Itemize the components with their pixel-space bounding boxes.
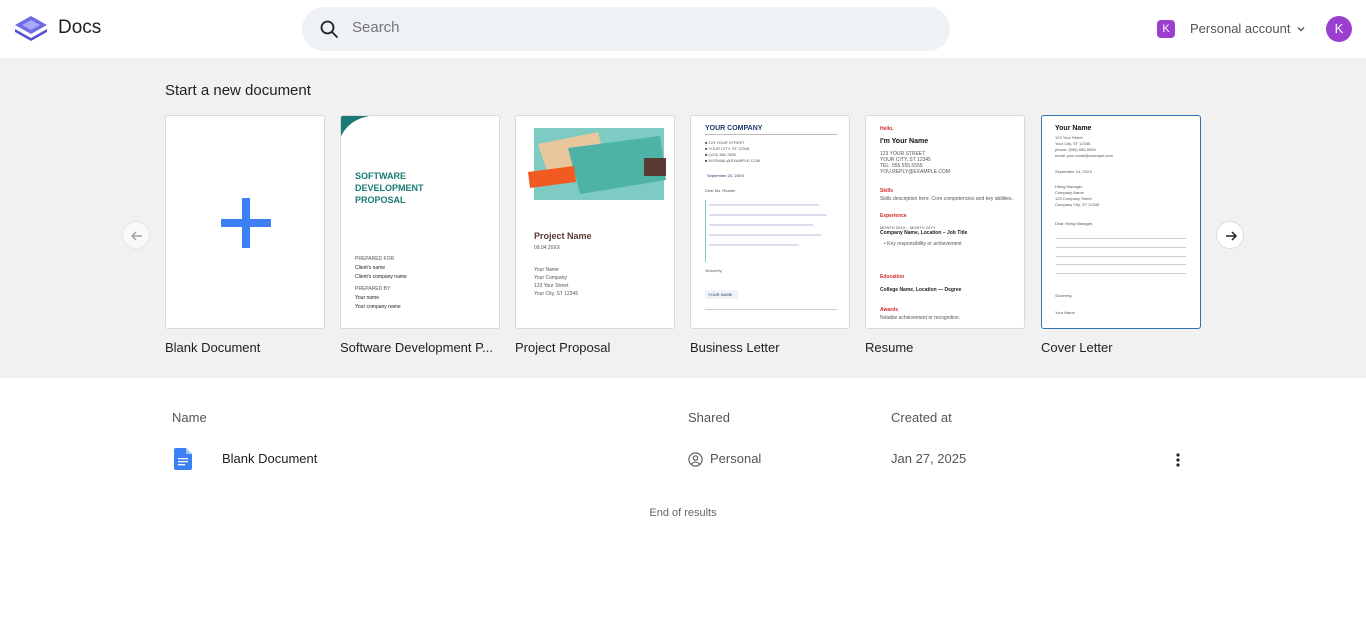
template-label[interactable]: Business Letter [690, 340, 855, 355]
template-label[interactable]: Resume [865, 340, 1030, 355]
document-icon [174, 448, 192, 470]
template-label[interactable]: Cover Letter [1041, 340, 1206, 355]
text-line [709, 224, 813, 226]
text-line [1056, 256, 1186, 257]
corner-decoration [341, 116, 369, 136]
resume-contact: 123 YOUR STREET YOUR CITY, ST 12345 TEL:… [880, 151, 950, 175]
resume-education-heading: Education [880, 274, 905, 280]
prepared-block: PREPARED FOR Client's name Client's comp… [355, 256, 407, 310]
plus-icon [221, 198, 271, 248]
template-label[interactable]: Software Development P... [340, 340, 505, 355]
resume-hello: Hello, [880, 126, 894, 132]
account-switcher-label[interactable]: Personal account [1190, 21, 1290, 36]
carousel-next-button[interactable] [1216, 221, 1244, 249]
letter-company: YOUR COMPANY [705, 125, 763, 132]
end-of-results: End of results [649, 507, 717, 519]
resume-skills: Skills description here. Core competenci… [880, 196, 1013, 202]
text-line [1056, 264, 1186, 265]
cover-sign-name: Your Name [1055, 310, 1075, 315]
cover-recipient: Hiring Manager Company Name 123 Company … [1055, 184, 1100, 207]
templates-heading: Start a new document [165, 82, 311, 99]
cover-graphic [528, 128, 666, 200]
letter-date: September 24, 20XX [707, 173, 745, 178]
text-line [709, 214, 827, 216]
cover-contact: 123 Your Street Your City, ST 12345 phon… [1055, 135, 1113, 158]
template-card-project-proposal[interactable]: Project Name 09.04.20XX Your Name Your C… [515, 115, 675, 329]
search-bar[interactable] [302, 7, 950, 51]
chevron-down-icon[interactable] [1295, 23, 1307, 35]
avatar[interactable]: K [1326, 16, 1352, 42]
text-line [709, 204, 819, 206]
template-label[interactable]: Blank Document [165, 340, 330, 355]
project-date: 09.04.20XX [534, 245, 561, 251]
account-badge[interactable]: K [1157, 20, 1175, 38]
cover-name: Your Name [1055, 125, 1092, 132]
arrow-left-icon [131, 231, 142, 241]
created-date: Jan 27, 2025 [891, 451, 967, 466]
cover-sign: Sincerely, [1055, 293, 1073, 298]
template-label[interactable]: Project Proposal [515, 340, 680, 355]
template-card-cover-letter[interactable]: Your Name 123 Your Street Your City, ST … [1041, 115, 1201, 329]
resume-skills-heading: Skills [880, 188, 894, 194]
resume-exp-bullet: • Key responsibility or achievement [884, 241, 962, 247]
app-header: Docs K Personal account K [0, 0, 1366, 58]
resume-experience-heading: Experience [880, 213, 907, 219]
cover-greeting: Dear Hiring Manager, [1055, 221, 1094, 226]
column-header-shared[interactable]: Shared [688, 410, 730, 425]
user-circle-icon [688, 452, 703, 467]
letter-sign: Sincerely, [705, 268, 723, 273]
letter-accent-line [705, 200, 706, 262]
resume-exp-role: Company Name, Location – Job Title [880, 230, 968, 236]
templates-section: Start a new document Blank Document SOFT… [0, 58, 1366, 378]
letter-greeting: Dear Ms. Reader [705, 188, 736, 193]
table-row[interactable]: Blank Document Personal Jan 27, 2025 [160, 440, 1200, 478]
resume-awards: Notable achievement or recognition. [880, 315, 961, 321]
text-line [1056, 247, 1186, 248]
resume-name: I'm Your Name [880, 138, 929, 145]
template-card-software-proposal[interactable]: SOFTWARE DEVELOPMENT PROPOSAL PREPARED F… [340, 115, 500, 329]
divider [705, 309, 837, 310]
carousel-prev-button[interactable] [122, 221, 150, 249]
text-line [1056, 238, 1186, 239]
resume-education: College Name, Location — Degree [880, 287, 962, 293]
project-contact: Your Name Your Company 123 Your Street Y… [534, 267, 579, 297]
column-header-name[interactable]: Name [172, 410, 207, 425]
resume-awards-heading: Awards [880, 307, 898, 313]
arrow-right-icon [1226, 231, 1238, 241]
app-title[interactable]: Docs [58, 17, 101, 39]
template-card-blank[interactable] [165, 115, 325, 329]
docs-logo-icon[interactable] [13, 14, 49, 44]
shared-status: Personal [710, 451, 762, 466]
letter-name: YOUR NAME [705, 290, 739, 299]
letter-contact: ■ 123 YOUR STREET ■ YOUR CITY, ST 12345 … [705, 140, 760, 163]
text-line [709, 234, 821, 236]
divider [705, 134, 837, 135]
document-name[interactable]: Blank Document [222, 451, 317, 466]
project-name: Project Name [534, 231, 592, 241]
text-line [709, 244, 799, 246]
search-icon [320, 20, 338, 38]
template-card-resume[interactable]: Hello, I'm Your Name 123 YOUR STREET YOU… [865, 115, 1025, 329]
more-vertical-icon[interactable] [1168, 450, 1188, 470]
proposal-title: SOFTWARE DEVELOPMENT PROPOSAL [355, 171, 424, 205]
search-input[interactable] [352, 19, 912, 36]
template-card-business-letter[interactable]: YOUR COMPANY ■ 123 YOUR STREET ■ YOUR CI… [690, 115, 850, 329]
cover-date: September 24, 20XX [1055, 169, 1093, 174]
column-header-created[interactable]: Created at [891, 410, 952, 425]
text-line [1056, 273, 1186, 274]
